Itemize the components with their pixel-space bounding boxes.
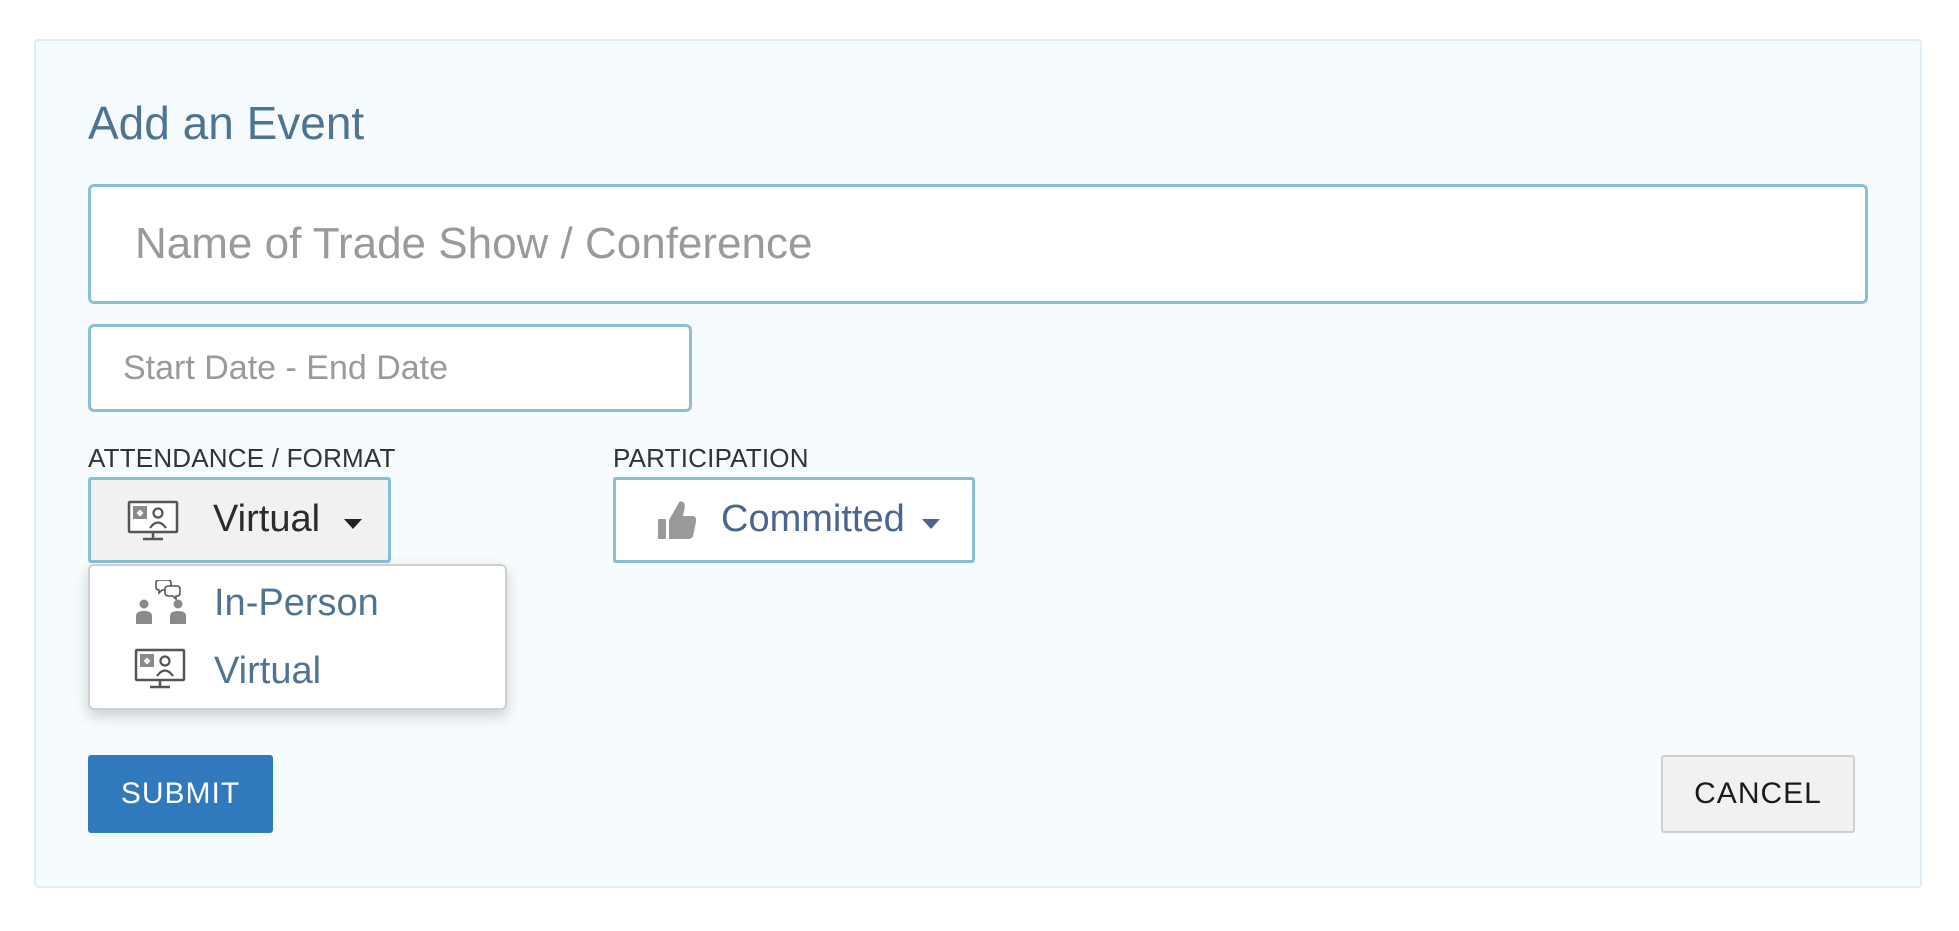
attendance-format-label: ATTENDANCE / FORMAT — [88, 443, 396, 473]
cancel-button[interactable]: CANCEL — [1661, 755, 1855, 833]
form-title: Add an Event — [88, 97, 365, 149]
submit-button[interactable]: SUBMIT — [88, 755, 273, 833]
menu-item-virtual[interactable]: Virtual — [90, 640, 505, 704]
virtual-monitor-icon — [127, 500, 179, 547]
attendance-selected-value: Virtual — [213, 498, 321, 540]
menu-item-label: Virtual — [214, 650, 322, 692]
participation-dropdown-button[interactable]: Committed — [613, 477, 975, 563]
virtual-monitor-icon — [134, 648, 186, 695]
chevron-down-icon — [343, 517, 363, 535]
in-person-people-icon — [134, 579, 190, 631]
menu-item-label: In-Person — [214, 582, 379, 624]
event-name-input[interactable] — [88, 184, 1868, 304]
date-range-input[interactable] — [88, 324, 692, 412]
participation-selected-value: Committed — [721, 498, 905, 540]
menu-item-in-person[interactable]: In-Person — [90, 572, 505, 636]
thumbs-up-icon — [656, 498, 698, 547]
chevron-down-icon — [921, 517, 941, 535]
attendance-dropdown-button[interactable]: Virtual — [88, 477, 391, 563]
participation-label: PARTICIPATION — [613, 443, 809, 473]
attendance-dropdown-menu: In-Person Virtual — [88, 564, 507, 710]
